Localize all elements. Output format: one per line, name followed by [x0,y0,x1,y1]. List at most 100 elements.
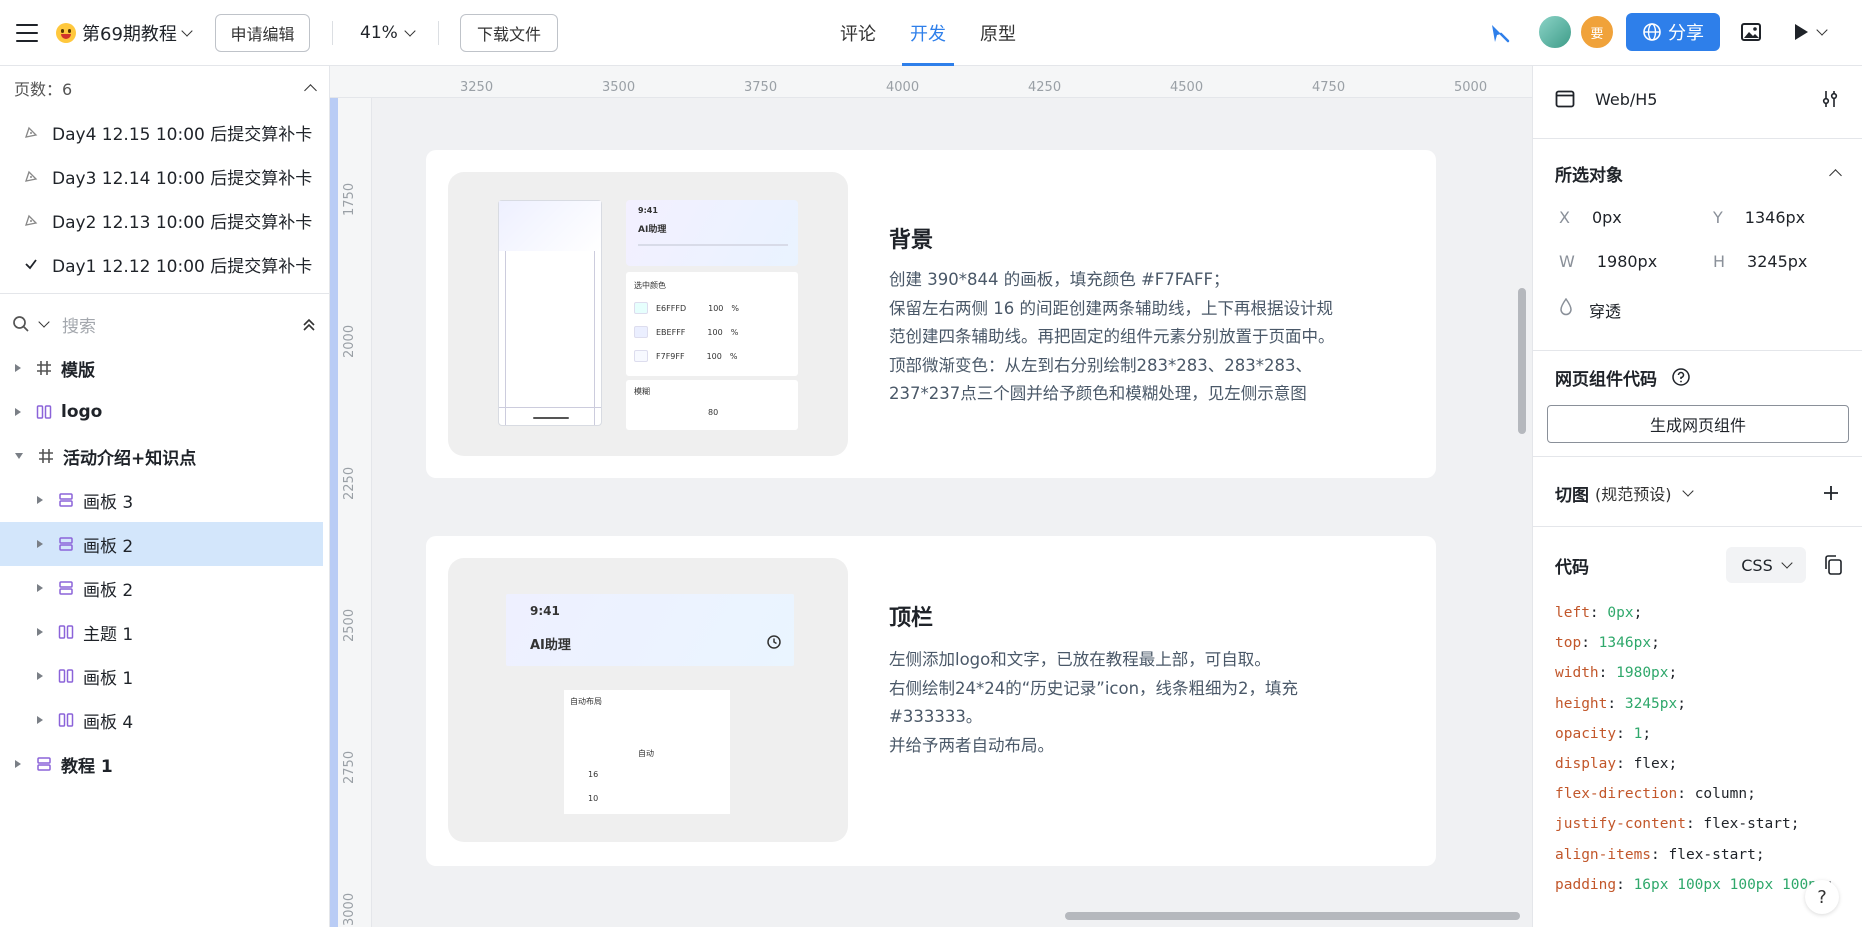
copy-icon[interactable] [1823,554,1843,576]
pages-header[interactable]: 页数：6 [14,76,317,100]
layer-search[interactable]: 搜索 [12,308,317,340]
help-button[interactable]: ? [1805,880,1839,914]
chevron-up-icon[interactable] [304,83,317,97]
h-value: 3245px [1747,252,1808,271]
layer-item[interactable]: logo [0,390,330,434]
blend-mode-field[interactable]: 穿透 [1559,298,1621,322]
help-circle-icon[interactable] [1671,367,1691,387]
settings-sliders-icon[interactable] [1820,89,1840,109]
expand-caret-icon[interactable] [37,672,43,680]
desc-line: 左侧添加logo和文字，已放在教程最上部，可自取。 [889,650,1271,669]
avatar[interactable]: 要 [1579,14,1615,50]
w-value: 1980px [1596,252,1658,271]
collapse-caret-icon[interactable] [15,453,23,459]
chevron-down-icon [404,24,416,37]
play-preview-button[interactable] [1795,20,1828,44]
page-item-current[interactable]: Day1 12.12 10:00 后提交算补卡 [0,242,330,286]
chevron-down-icon[interactable] [1681,484,1694,497]
w-label: W [1559,252,1575,271]
layer-item[interactable]: 画板 2 [0,566,330,610]
rows-icon [59,537,73,551]
tab-comment[interactable]: 评论 [840,0,876,66]
pen-tool-icon[interactable] [1488,22,1512,46]
color-hex: EBEFFF [656,327,686,337]
slice-preset[interactable]: (规范预设) [1595,481,1672,505]
layer-item[interactable]: 主题 1 [0,610,330,654]
page-item[interactable]: Day3 12.14 10:00 后提交算补卡 [0,154,330,198]
layer-item-selected[interactable]: 画板 2 [0,522,323,566]
platform-row[interactable]: Web/H5 [1555,86,1840,112]
guide-line [499,407,601,408]
layer-item[interactable]: 模版 [0,346,330,390]
page-label: Day2 12.13 10:00 后提交算补卡 [52,212,313,233]
code-prop: padding [1555,876,1617,893]
layer-label: 画板 2 [83,580,134,601]
ruler-tick: 4750 [1312,80,1346,95]
color-hex: F7F9FF [656,351,685,361]
layer-item[interactable]: 教程 1 [0,742,330,786]
code-line: display: flex; [1555,756,1678,773]
code-value: flex-start [1703,816,1791,833]
tutorial-card-background[interactable]: 9:41 AI助理 选中颜色 E6FFFD 100 % EBEFFF 100 % [426,150,1436,478]
tab-prototype[interactable]: 原型 [980,0,1016,66]
css-code-block[interactable]: left: 0px; top: 1346px; width: 1980px; h… [1555,598,1855,900]
generate-web-component-button[interactable]: 生成网页组件 [1547,405,1849,443]
code-language-select[interactable]: CSS [1726,547,1806,583]
code-line: justify-content: flex-start; [1555,816,1800,833]
layer-item[interactable]: 画板 3 [0,478,330,522]
download-button[interactable]: 下载文件 [460,14,558,52]
expand-caret-icon[interactable] [37,540,43,548]
chevron-down-icon[interactable] [38,315,50,328]
x-field[interactable]: X 0px [1559,208,1622,227]
ruler-tick: 5000 [1454,80,1488,95]
expand-caret-icon[interactable] [15,364,21,372]
horizontal-scrollbar[interactable] [1065,912,1520,920]
image-icon[interactable] [1739,20,1763,44]
layer-item[interactable]: 画板 1 [0,654,330,698]
tab-develop[interactable]: 开发 [902,0,954,66]
design-canvas[interactable]: 3250 3500 3750 4000 4250 4500 4750 5000 … [330,66,1532,927]
height-field[interactable]: H 3245px [1713,252,1807,271]
project-switcher[interactable]: 第69期教程 [56,18,193,48]
y-field[interactable]: Y 1346px [1713,208,1805,227]
layer-item[interactable]: 画板 4 [0,698,330,742]
expand-caret-icon[interactable] [37,716,43,724]
avatar[interactable] [1537,14,1573,50]
menu-icon[interactable] [16,24,38,42]
expand-caret-icon[interactable] [15,760,21,768]
layer-tree: 模版 logo 活动介绍+知识点 画板 3 画板 2 画板 2 主题 1 画板 … [0,346,330,786]
code-prop: justify-content [1555,816,1686,833]
ruler-tick: 1750 [342,182,357,216]
mock-auto-layout-label: 自动布局 [570,697,602,706]
share-button[interactable]: 分享 [1626,13,1720,51]
width-field[interactable]: W 1980px [1559,252,1657,271]
search-input[interactable]: 搜索 [62,312,96,337]
mock-blur-label: 模糊 [634,387,650,396]
check-icon [22,255,40,273]
page-item[interactable]: Day4 12.15 10:00 后提交算补卡 [0,110,330,154]
expand-caret-icon[interactable] [15,408,21,416]
color-pct: 100 [708,303,724,313]
zoom-dropdown[interactable]: 41% [360,20,416,46]
mock-app-name: AI助理 [638,225,667,235]
apply-edit-button[interactable]: 申请编辑 [215,14,310,52]
expand-caret-icon[interactable] [37,584,43,592]
mock-auto-label: 自动 [638,749,654,758]
vertical-scrollbar[interactable] [1518,288,1526,434]
layer-item[interactable]: 活动介绍+知识点 [0,434,330,478]
expand-caret-icon[interactable] [37,628,43,636]
code-line: top: 1346px; [1555,635,1660,652]
page-item[interactable]: Day2 12.13 10:00 后提交算补卡 [0,198,330,242]
code-value: flex-start [1668,846,1756,863]
page-list: Day4 12.15 10:00 后提交算补卡 Day3 12.14 10:00… [0,110,330,286]
code-line: opacity: 1; [1555,725,1652,742]
plus-icon[interactable] [1822,484,1840,502]
expand-caret-icon[interactable] [37,496,43,504]
slice-header[interactable]: 切图 (规范预设) [1555,480,1840,506]
code-value: 0px [1607,605,1634,621]
globe-icon [1643,23,1661,41]
selection-header[interactable]: 所选对象 [1555,160,1842,186]
tutorial-card-topbar[interactable]: 9:41 AI助理 自动布局 自动 16 10 顶栏 左侧添加logo和文字，已… [426,536,1436,866]
chevron-up-icon[interactable] [1829,168,1842,182]
collapse-all-icon[interactable] [301,316,317,332]
